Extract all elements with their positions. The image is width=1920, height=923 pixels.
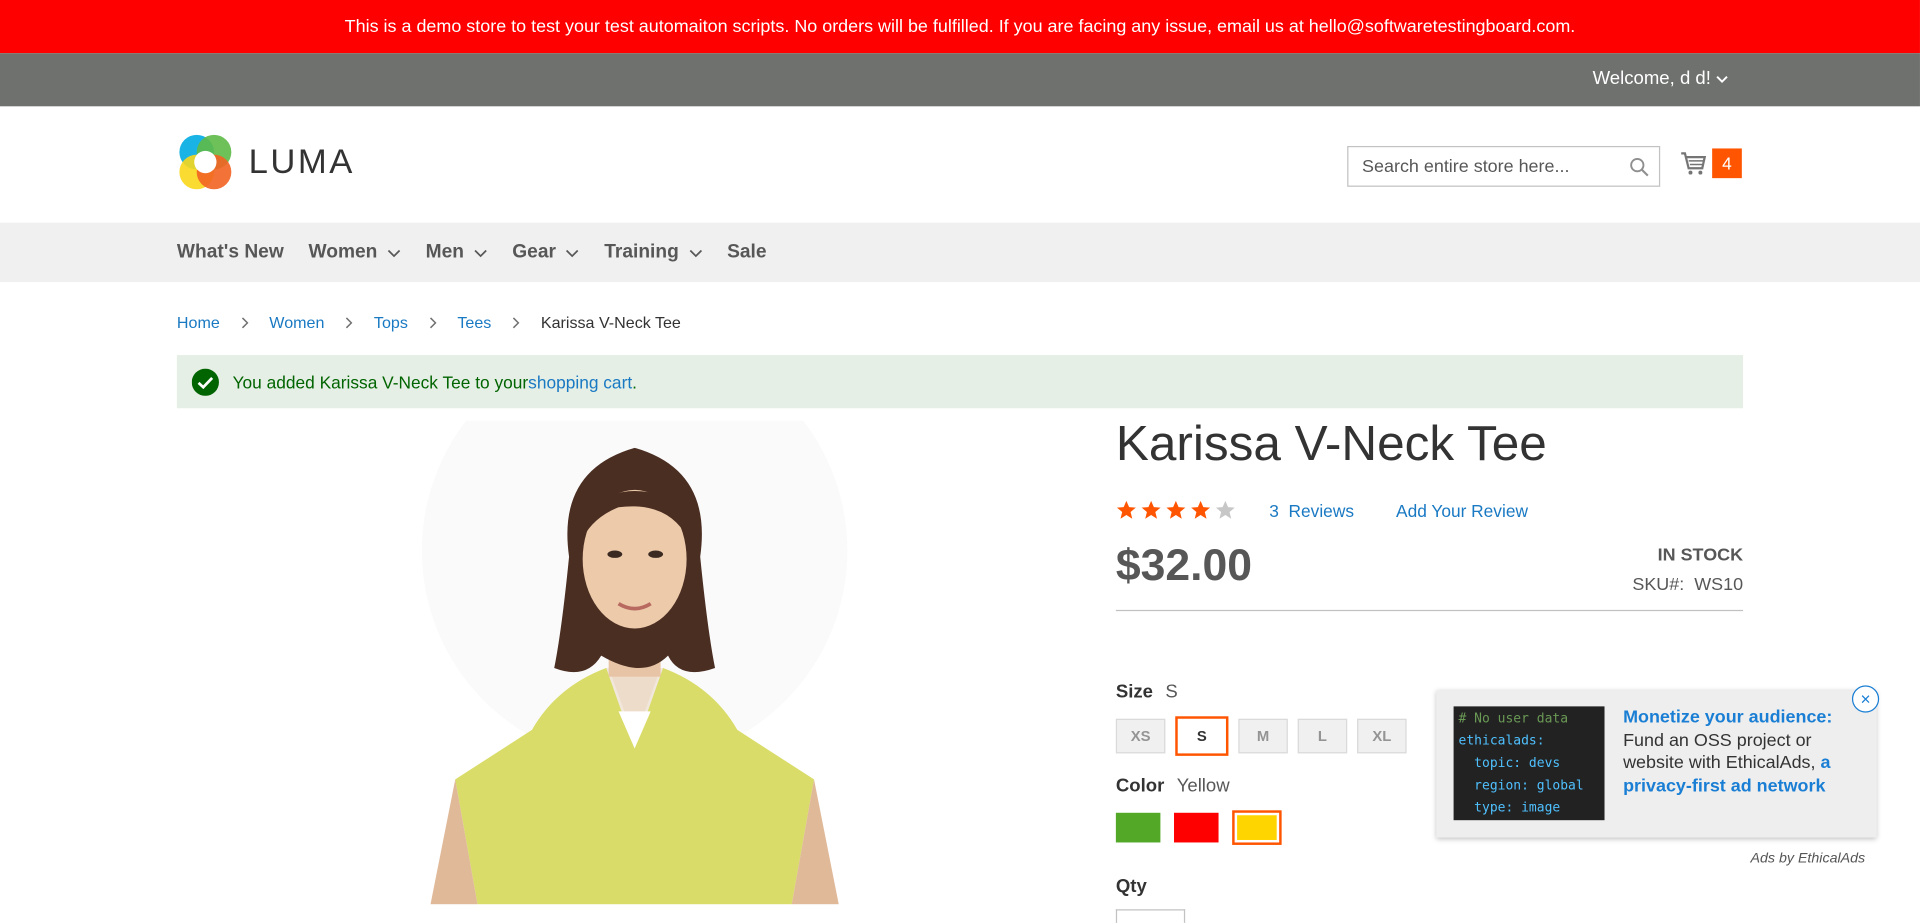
- product-sku: SKU#: WS10: [1632, 575, 1743, 595]
- size-label: SizeS: [1116, 682, 1178, 703]
- chevron-down-icon: [474, 246, 488, 260]
- breadcrumb-home[interactable]: Home: [177, 313, 220, 332]
- rating-stars: [1116, 500, 1240, 521]
- chevron-down-icon: [566, 246, 580, 260]
- breadcrumb-tees[interactable]: Tees: [457, 313, 491, 332]
- nav-item-whats-new[interactable]: What's New: [177, 241, 284, 263]
- star-empty-icon: [1215, 500, 1236, 521]
- add-review-link[interactable]: Add Your Review: [1396, 500, 1528, 520]
- star-filled-icon: [1116, 500, 1137, 521]
- demo-banner: This is a demo store to test your test a…: [0, 0, 1920, 53]
- product-title: Karissa V-Neck Tee: [1116, 417, 1547, 473]
- product-rating: 3 Reviews Add Your Review: [1116, 500, 1570, 521]
- chevron-down-icon: [689, 246, 703, 260]
- star-filled-icon: [1165, 500, 1186, 521]
- qty-label: Qty: [1116, 876, 1147, 897]
- nav-item-men[interactable]: Men: [426, 241, 488, 263]
- close-icon[interactable]: ×: [1852, 685, 1879, 712]
- shopping-cart-link[interactable]: shopping cart: [528, 372, 632, 392]
- color-label: ColorYellow: [1116, 776, 1230, 797]
- color-swatches: [1116, 813, 1282, 845]
- product-photo-illustration: [421, 421, 849, 905]
- breadcrumb-current: Karissa V-Neck Tee: [541, 313, 681, 332]
- color-selected-value: Yellow: [1177, 776, 1230, 797]
- size-option-m[interactable]: M: [1238, 719, 1287, 754]
- check-circle-icon: [192, 368, 219, 395]
- luma-logo[interactable]: LUMA: [177, 134, 355, 191]
- color-option-yellow[interactable]: [1232, 810, 1281, 845]
- size-option-l[interactable]: L: [1298, 719, 1347, 754]
- search-box: [1347, 146, 1660, 187]
- ethicalads-banner[interactable]: # No user data ethicalads: topic: devs r…: [1436, 690, 1876, 837]
- chevron-right-icon: [240, 316, 250, 328]
- customer-menu[interactable]: Welcome, d d!: [1593, 68, 1729, 89]
- breadcrumb-women[interactable]: Women: [269, 313, 324, 332]
- chevron-right-icon: [511, 316, 521, 328]
- stock-status: IN STOCK: [1658, 546, 1743, 566]
- nav-item-women[interactable]: Women: [309, 241, 401, 263]
- color-option-green[interactable]: [1116, 813, 1161, 843]
- nav-item-sale[interactable]: Sale: [727, 241, 766, 263]
- breadcrumb-tops[interactable]: Tops: [374, 313, 408, 332]
- chevron-down-icon: [1716, 72, 1728, 84]
- color-option-red[interactable]: [1174, 813, 1219, 843]
- product-price: $32.00: [1116, 539, 1252, 591]
- size-option-xs[interactable]: XS: [1116, 719, 1165, 754]
- color-swatch-fill: [1237, 815, 1277, 840]
- size-option-s[interactable]: S: [1175, 716, 1228, 756]
- luma-wordmark: LUMA: [249, 142, 355, 182]
- size-option-xl[interactable]: XL: [1357, 719, 1406, 754]
- divider: [1116, 610, 1743, 611]
- product-image[interactable]: [421, 421, 849, 905]
- cart-icon: [1680, 150, 1707, 177]
- chevron-down-icon: [387, 246, 401, 260]
- star-filled-icon: [1141, 500, 1162, 521]
- qty-input[interactable]: [1116, 909, 1185, 923]
- search-icon[interactable]: [1629, 157, 1649, 177]
- minicart[interactable]: 4: [1680, 148, 1742, 178]
- header: LUMA 4: [0, 106, 1920, 222]
- ads-by-ethicalads[interactable]: Ads by EthicalAds: [1750, 851, 1865, 866]
- breadcrumb: Home Women Tops Tees Karissa V-Neck Tee: [177, 313, 681, 332]
- size-swatches: XS S M L XL: [1116, 719, 1407, 756]
- nav-item-gear[interactable]: Gear: [512, 241, 579, 263]
- star-filled-icon: [1190, 500, 1211, 521]
- ad-text: Monetize your audience: Fund an OSS proj…: [1623, 706, 1870, 798]
- welcome-text: Welcome, d d!: [1593, 68, 1711, 89]
- nav-item-training[interactable]: Training: [604, 241, 702, 263]
- ad-code-image: # No user data ethicalads: topic: devs r…: [1454, 706, 1605, 820]
- search-input[interactable]: [1360, 155, 1625, 177]
- chevron-right-icon: [428, 316, 438, 328]
- main-navigation: What's New Women Men Gear Training Sale: [0, 223, 1920, 282]
- chevron-right-icon: [344, 316, 354, 328]
- cart-count-badge: 4: [1712, 148, 1742, 178]
- size-selected-value: S: [1165, 682, 1177, 703]
- welcome-bar: Welcome, d d!: [0, 53, 1920, 106]
- luma-logo-icon: [177, 134, 234, 191]
- success-message: You added Karissa V-Neck Tee to your sho…: [177, 355, 1743, 408]
- reviews-link[interactable]: 3 Reviews: [1269, 500, 1354, 520]
